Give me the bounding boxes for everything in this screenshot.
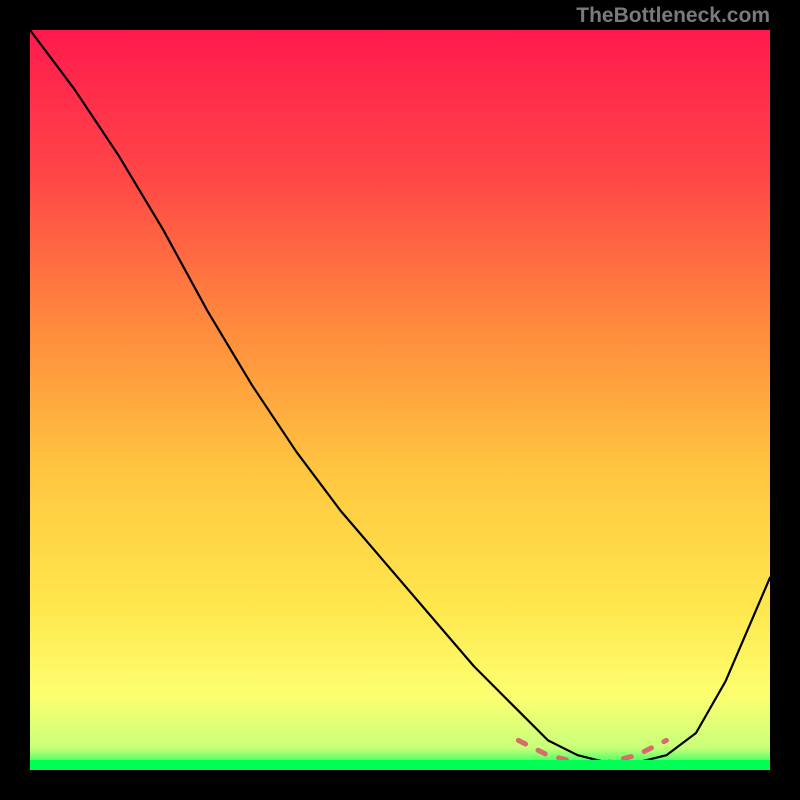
- chart-svg: [30, 30, 770, 770]
- bottom-green-band: [30, 760, 770, 770]
- chart-area: [30, 30, 770, 770]
- gradient-background: [30, 30, 770, 770]
- watermark-text: TheBottleneck.com: [576, 4, 770, 28]
